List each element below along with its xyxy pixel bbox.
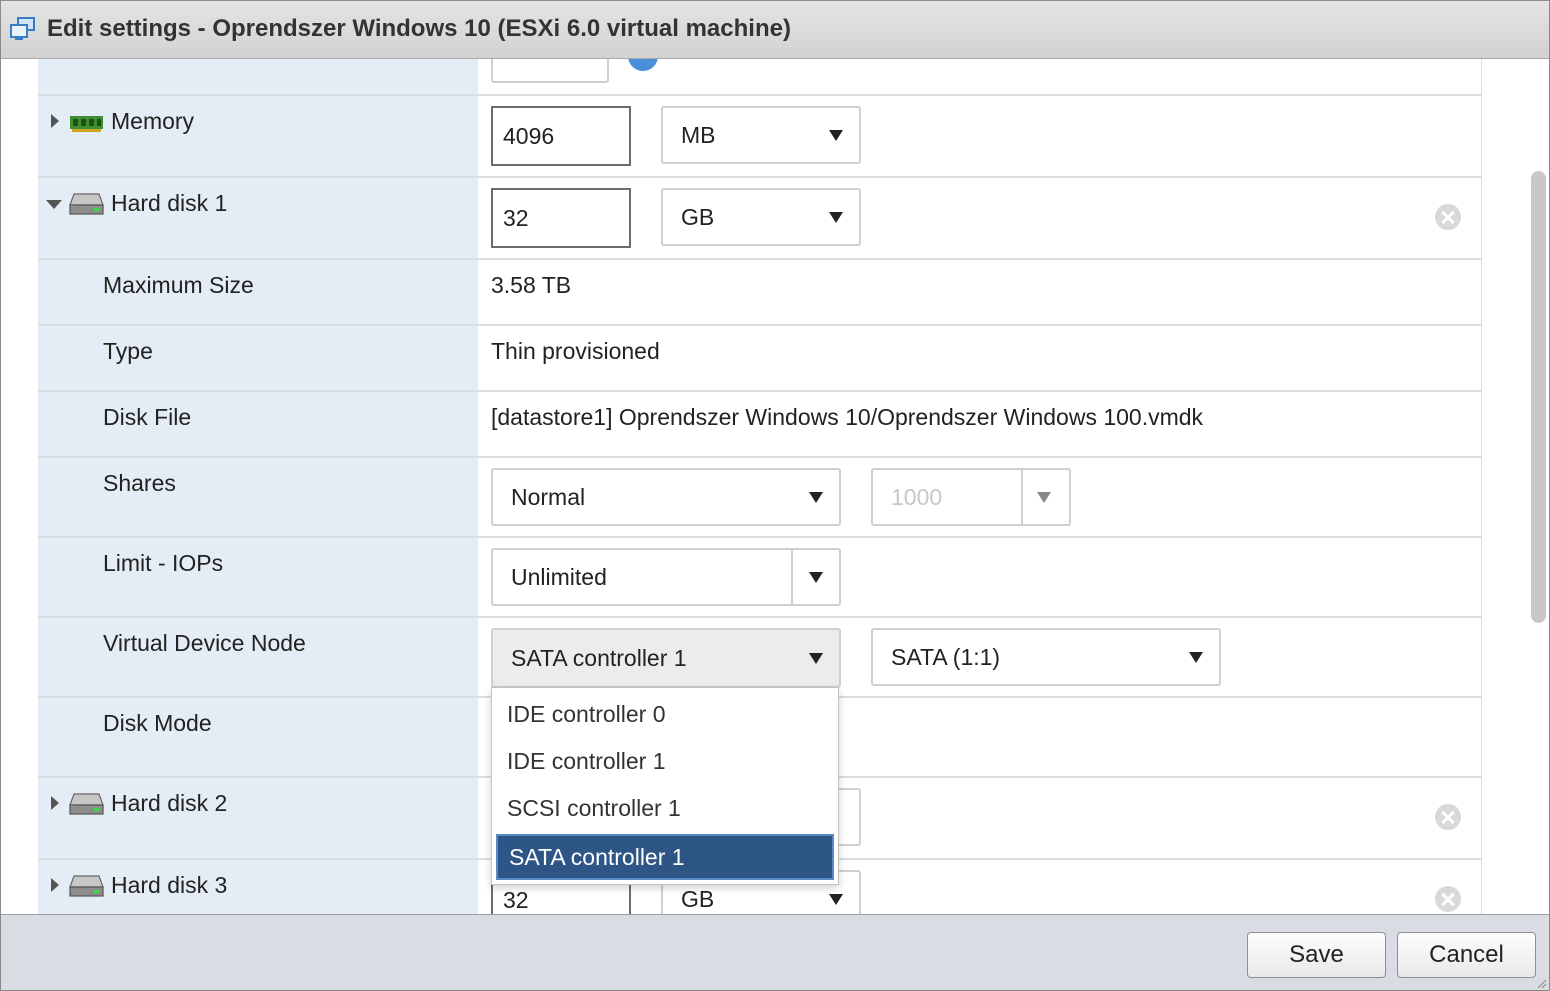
shares-level-value: Normal [511, 483, 586, 510]
hard-disk-icon [69, 875, 104, 897]
hard-disk-2-label: Hard disk 2 [111, 790, 228, 816]
shares-value: 1000 [891, 483, 943, 510]
hard-disk-1-unit-value: GB [681, 203, 715, 230]
limit-iops-select[interactable]: Unlimited [491, 548, 841, 606]
dropdown-option-selected[interactable]: SATA controller 1 [496, 834, 834, 880]
remove-hard-disk-2-icon[interactable] [1435, 804, 1461, 830]
settings-content[interactable]: Memory 4096 MB Hard disk 1 32 GB Maximum… [1, 59, 1549, 914]
chevron-down-icon [1037, 492, 1051, 503]
shares-value-select: 1000 [871, 468, 1071, 526]
row-divider [38, 536, 1481, 538]
memory-icon [70, 116, 103, 132]
save-button[interactable]: Save [1247, 932, 1386, 978]
hard-disk-3-unit-value: GB [681, 885, 715, 912]
type-label: Type [103, 338, 153, 364]
maximum-size-value: 3.58 TB [491, 272, 572, 298]
memory-unit-value: MB [681, 121, 716, 148]
node-select[interactable]: SATA (1:1) [871, 628, 1221, 686]
row-divider [38, 456, 1481, 458]
dropdown-option[interactable]: SCSI controller 1 [496, 785, 834, 831]
expand-arrow-icon[interactable] [51, 878, 59, 892]
row-divider [38, 94, 1481, 96]
memory-size-input[interactable]: 4096 [491, 106, 631, 166]
row-divider [38, 390, 1481, 392]
node-value: SATA (1:1) [891, 643, 1001, 670]
row-divider [38, 258, 1481, 260]
chevron-down-icon [809, 572, 823, 583]
controller-dropdown-list[interactable]: IDE controller 0 IDE controller 1 SCSI c… [491, 687, 839, 885]
memory-label: Memory [111, 108, 195, 134]
row-divider [38, 324, 1481, 326]
disk-mode-label: Disk Mode [103, 710, 212, 736]
virtual-device-node-label: Virtual Device Node [103, 630, 306, 656]
dialog-footer: Save Cancel [1, 914, 1549, 990]
dropdown-option[interactable]: IDE controller 0 [496, 691, 834, 737]
chevron-down-icon [809, 653, 823, 664]
virtual-machine-icon [10, 17, 35, 40]
row-divider [38, 616, 1481, 618]
scrollbar-thumb[interactable] [1531, 171, 1546, 623]
expand-arrow-icon[interactable] [51, 796, 59, 810]
hard-disk-1-size-input[interactable]: 32 [491, 188, 631, 248]
right-border [1481, 59, 1482, 914]
type-value: Thin provisioned [491, 338, 660, 364]
chevron-down-icon [829, 130, 843, 141]
row-divider [38, 176, 1481, 178]
cancel-button[interactable]: Cancel [1397, 932, 1536, 978]
limit-iops-label: Limit - IOPs [103, 550, 224, 576]
select-divider [1021, 470, 1023, 524]
collapse-arrow-icon[interactable] [46, 200, 62, 209]
resize-grip-icon[interactable] [1535, 977, 1547, 989]
hard-disk-3-label: Hard disk 3 [111, 872, 228, 898]
dialog-title: Edit settings - Oprendszer Windows 10 (E… [47, 15, 791, 42]
hard-disk-1-label: Hard disk 1 [111, 190, 228, 216]
hard-disk-1-unit-select[interactable]: GB [661, 188, 861, 246]
shares-label: Shares [103, 470, 176, 496]
chevron-down-icon [809, 492, 823, 503]
controller-value: SATA controller 1 [511, 644, 687, 671]
hard-disk-icon [69, 193, 104, 215]
controller-select[interactable]: SATA controller 1 [491, 628, 841, 688]
title-bar: Edit settings - Oprendszer Windows 10 (E… [1, 1, 1549, 59]
cut-off-input[interactable] [491, 59, 609, 83]
disk-file-value: [datastore1] Oprendszer Windows 10/Opren… [491, 404, 1204, 430]
limit-iops-value: Unlimited [511, 563, 607, 590]
disk-file-label: Disk File [103, 404, 192, 430]
select-divider [791, 550, 793, 604]
chevron-down-icon [829, 212, 843, 223]
chevron-down-icon [829, 894, 843, 905]
edit-settings-dialog: Edit settings - Oprendszer Windows 10 (E… [0, 0, 1550, 991]
remove-hard-disk-3-icon[interactable] [1435, 886, 1461, 912]
memory-unit-select[interactable]: MB [661, 106, 861, 164]
info-icon[interactable] [628, 59, 658, 71]
remove-hard-disk-1-icon[interactable] [1435, 204, 1461, 230]
shares-level-select[interactable]: Normal [491, 468, 841, 526]
expand-arrow-icon[interactable] [51, 114, 59, 128]
hard-disk-icon [69, 793, 104, 815]
maximum-size-label: Maximum Size [103, 272, 254, 298]
dropdown-option[interactable]: IDE controller 1 [496, 738, 834, 784]
chevron-down-icon [1189, 652, 1203, 663]
